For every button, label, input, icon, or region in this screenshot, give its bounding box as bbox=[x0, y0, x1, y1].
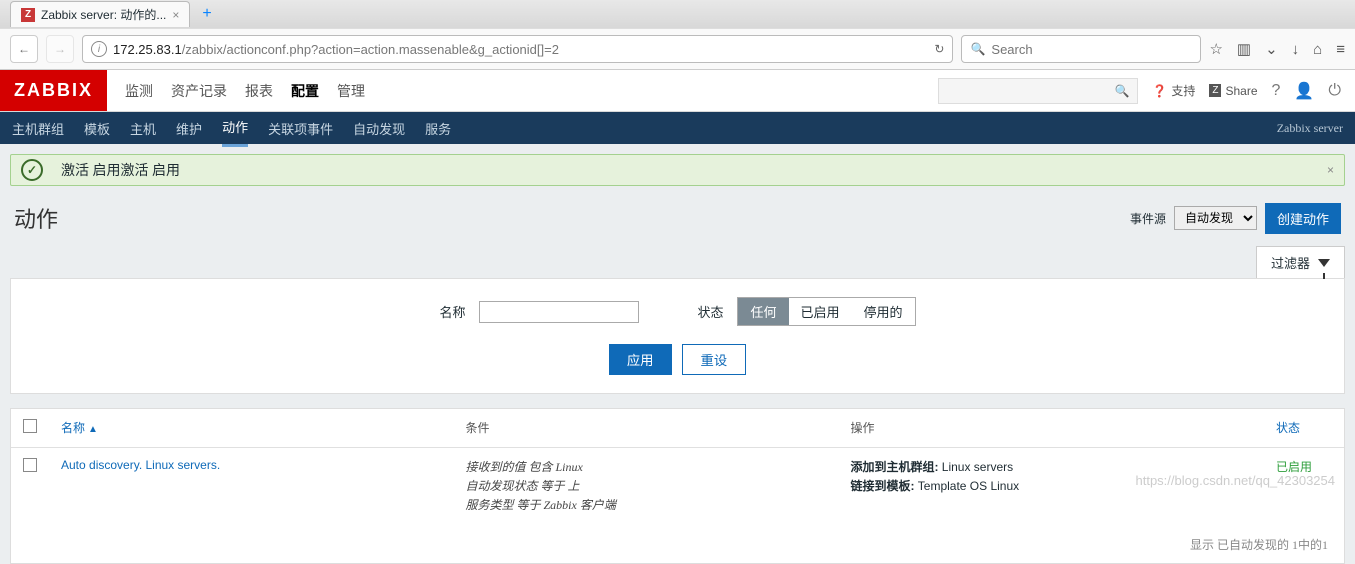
server-name: Zabbix server bbox=[1277, 113, 1343, 144]
filter-name-label: 名称 bbox=[439, 302, 465, 321]
seg-1[interactable]: 已启用 bbox=[789, 298, 852, 325]
success-alert: ✓ 激活 启用激活 启用 × bbox=[10, 154, 1345, 186]
back-button[interactable]: ← bbox=[10, 35, 38, 63]
filter-panel: 名称 状态 任何已启用停用的 应用 重设 bbox=[10, 278, 1345, 394]
nav-0[interactable]: 监测 bbox=[125, 81, 153, 101]
filter-toggle[interactable]: 过滤器 bbox=[1256, 246, 1345, 278]
tab-title: Zabbix server: 动作的... bbox=[41, 6, 166, 23]
subnav-3[interactable]: 维护 bbox=[176, 111, 202, 146]
nav-1[interactable]: 资产记录 bbox=[171, 81, 227, 101]
home-icon[interactable]: ⌂ bbox=[1313, 41, 1322, 58]
seg-0[interactable]: 任何 bbox=[738, 298, 788, 325]
search-icon: 🔍 bbox=[1114, 84, 1129, 98]
alert-text: 激活 启用激活 启用 bbox=[61, 160, 180, 180]
nav-2[interactable]: 报表 bbox=[245, 81, 273, 101]
subnav-1[interactable]: 模板 bbox=[84, 111, 110, 146]
logout-icon[interactable]: ⏻ bbox=[1328, 82, 1341, 100]
library-icon[interactable]: ▥ bbox=[1237, 40, 1251, 58]
user-icon[interactable]: 👤 bbox=[1294, 81, 1314, 101]
forward-button[interactable]: → bbox=[46, 35, 74, 63]
support-link[interactable]: ❓支持 bbox=[1152, 82, 1195, 99]
zabbix-search[interactable]: 🔍 bbox=[938, 78, 1138, 104]
alert-close-icon[interactable]: × bbox=[1327, 163, 1334, 177]
subnav-5[interactable]: 关联项事件 bbox=[268, 111, 333, 146]
url-text: 172.25.83.1/zabbix/actionconf.php?action… bbox=[113, 42, 928, 57]
reload-icon[interactable]: ↻ bbox=[934, 42, 944, 56]
col-condition: 条件 bbox=[453, 409, 838, 448]
new-tab-button[interactable]: + bbox=[196, 5, 217, 23]
seg-2[interactable]: 停用的 bbox=[852, 298, 915, 325]
reset-button[interactable]: 重设 bbox=[682, 344, 747, 375]
browser-search-input[interactable] bbox=[991, 42, 1192, 57]
share-link[interactable]: ZShare bbox=[1209, 84, 1257, 98]
event-source-label: 事件源 bbox=[1130, 210, 1166, 227]
help-icon[interactable]: ? bbox=[1272, 82, 1281, 100]
menu-icon[interactable]: ≡ bbox=[1336, 41, 1345, 58]
select-all-checkbox[interactable] bbox=[23, 419, 37, 433]
filter-label: 过滤器 bbox=[1271, 253, 1310, 272]
bookmark-icon[interactable]: ☆ bbox=[1209, 40, 1222, 58]
row-checkbox[interactable] bbox=[23, 458, 37, 472]
tab-close-icon[interactable]: × bbox=[172, 8, 179, 22]
subnav-7[interactable]: 服务 bbox=[425, 111, 451, 146]
actions-table: 名称 ▲ 条件 操作 状态 Auto discovery. Linux serv… bbox=[10, 408, 1345, 564]
table-row: Auto discovery. Linux servers. 接收到的值 包含 L… bbox=[11, 448, 1344, 526]
status-toggle[interactable]: 已启用 bbox=[1276, 460, 1312, 474]
create-action-button[interactable]: 创建动作 bbox=[1265, 203, 1341, 234]
nav-4[interactable]: 管理 bbox=[337, 81, 365, 101]
page-title: 动作 bbox=[14, 202, 58, 234]
favicon: Z bbox=[21, 8, 35, 22]
nav-3[interactable]: 配置 bbox=[291, 81, 319, 101]
check-icon: ✓ bbox=[21, 159, 43, 181]
subnav-6[interactable]: 自动发现 bbox=[353, 111, 405, 146]
pocket-icon[interactable]: ⌄ bbox=[1265, 40, 1278, 58]
apply-button[interactable]: 应用 bbox=[609, 344, 672, 375]
conditions-cell: 接收到的值 包含 Linux自动发现状态 等于 上服务类型 等于 Zabbix … bbox=[453, 448, 838, 526]
downloads-icon[interactable]: ↓ bbox=[1292, 41, 1300, 58]
zabbix-logo[interactable]: ZABBIX bbox=[0, 70, 107, 111]
operations-cell: 添加到主机群组: Linux servers链接到模板: Template OS… bbox=[838, 448, 1264, 526]
browser-tab[interactable]: Z Zabbix server: 动作的... × bbox=[10, 1, 190, 27]
browser-search[interactable]: 🔍 bbox=[961, 35, 1201, 63]
site-info-icon[interactable]: i bbox=[91, 41, 107, 57]
url-bar[interactable]: i 172.25.83.1/zabbix/actionconf.php?acti… bbox=[82, 35, 953, 63]
subnav-2[interactable]: 主机 bbox=[130, 111, 156, 146]
col-operation: 操作 bbox=[838, 409, 1264, 448]
action-name-link[interactable]: Auto discovery. Linux servers. bbox=[61, 458, 220, 472]
col-name[interactable]: 名称 ▲ bbox=[49, 409, 453, 448]
search-icon: 🔍 bbox=[970, 42, 985, 56]
col-status[interactable]: 状态 bbox=[1264, 409, 1344, 448]
event-source-select[interactable]: 自动发现 bbox=[1174, 206, 1257, 230]
sort-asc-icon: ▲ bbox=[88, 424, 98, 435]
subnav-0[interactable]: 主机群组 bbox=[12, 111, 64, 146]
funnel-icon bbox=[1318, 259, 1330, 267]
filter-status-label: 状态 bbox=[697, 302, 723, 321]
filter-name-input[interactable] bbox=[479, 301, 639, 323]
table-footer: 显示 已自动发现的 1中的1 bbox=[11, 526, 1344, 563]
subnav-4[interactable]: 动作 bbox=[222, 109, 248, 147]
